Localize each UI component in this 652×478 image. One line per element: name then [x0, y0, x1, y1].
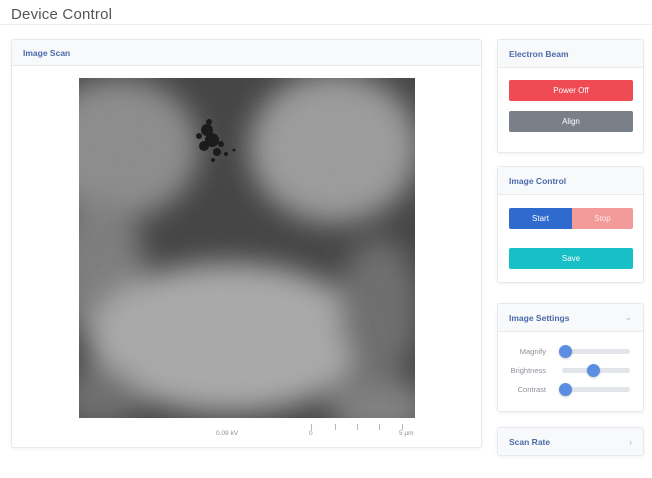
- image-settings-header[interactable]: Image Settings ⌄: [498, 304, 643, 332]
- stop-button[interactable]: Stop: [572, 208, 633, 229]
- header-divider: [0, 24, 652, 25]
- scale-tick: [335, 424, 336, 430]
- power-off-button[interactable]: Power Off: [509, 80, 633, 101]
- image-scan-header: Image Scan: [12, 40, 481, 66]
- sem-scan-graphic: [79, 78, 415, 418]
- brightness-label: Brightness: [510, 365, 546, 375]
- chevron-right-icon[interactable]: ›: [629, 437, 632, 447]
- image-control-panel: Image Control Start Stop Save: [497, 166, 644, 283]
- image-control-header: Image Control: [498, 167, 643, 195]
- start-button[interactable]: Start: [509, 208, 572, 229]
- scale-tick: [357, 424, 358, 430]
- scan-rate-header[interactable]: Scan Rate ›: [498, 428, 643, 455]
- scale-bar: 0.09 kV 0 5 μm: [212, 424, 422, 444]
- contrast-slider-row: Contrast: [498, 382, 645, 396]
- magnify-slider-row: Magnify: [498, 344, 645, 358]
- magnify-slider[interactable]: [559, 344, 630, 358]
- scan-rate-title: Scan Rate: [509, 436, 551, 447]
- beam-voltage-readout: 0.09 kV: [216, 430, 239, 437]
- page-title: Device Control: [11, 6, 113, 23]
- align-button[interactable]: Align: [509, 111, 633, 132]
- electron-beam-header: Electron Beam: [498, 40, 643, 68]
- image-settings-panel: Image Settings ⌄ Magnify Brightness Cont…: [497, 303, 644, 412]
- scale-end-label: 5 μm: [399, 430, 414, 437]
- scan-rate-panel[interactable]: Scan Rate ›: [497, 427, 644, 456]
- brightness-slider-handle[interactable]: [586, 363, 600, 377]
- save-button[interactable]: Save: [509, 248, 633, 269]
- brightness-slider-row: Brightness: [498, 363, 645, 377]
- scan-image[interactable]: [79, 78, 415, 418]
- contrast-slider[interactable]: [559, 382, 630, 396]
- image-settings-title: Image Settings: [509, 312, 570, 323]
- scale-start-label: 0: [309, 430, 313, 437]
- chevron-down-icon[interactable]: ⌄: [624, 312, 632, 323]
- scale-tick: [379, 424, 380, 430]
- electron-beam-panel: Electron Beam Power Off Align: [497, 39, 644, 153]
- magnify-label: Magnify: [519, 346, 546, 356]
- image-scan-panel: Image Scan 0.09 kV 0 5 μm: [11, 39, 482, 448]
- contrast-slider-handle[interactable]: [559, 382, 573, 396]
- magnify-slider-handle[interactable]: [559, 344, 573, 358]
- brightness-slider[interactable]: [562, 363, 630, 377]
- contrast-label: Contrast: [517, 384, 546, 394]
